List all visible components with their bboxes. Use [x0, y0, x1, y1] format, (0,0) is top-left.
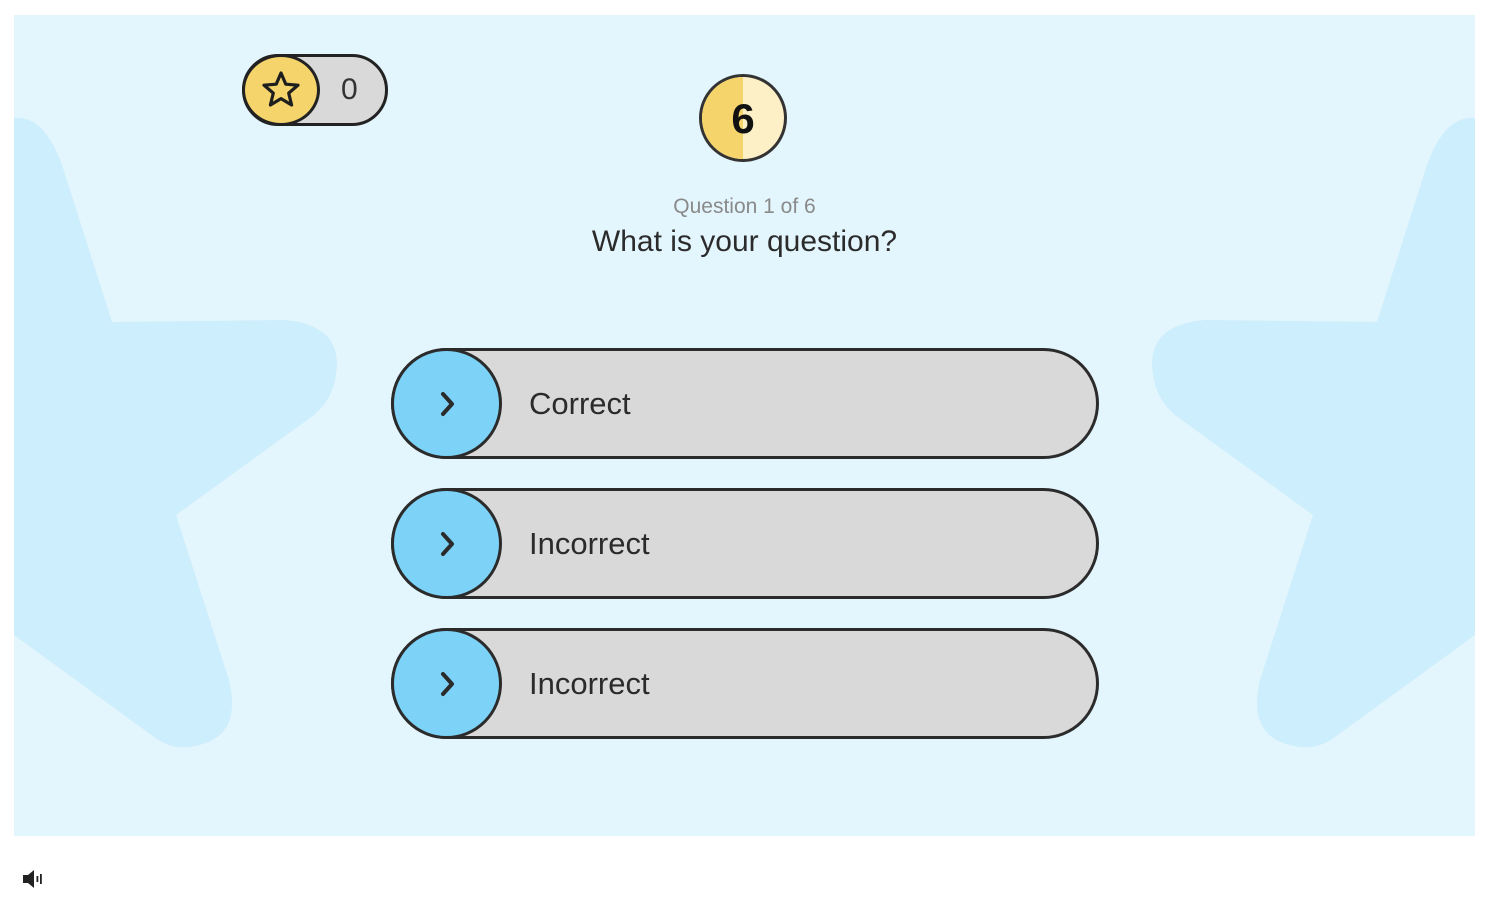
chevron-right-icon: [391, 348, 502, 459]
answer-option-2[interactable]: Incorrect: [391, 488, 1099, 599]
answer-option-3[interactable]: Incorrect: [391, 628, 1099, 739]
question-counter: Question 1 of 6: [673, 195, 816, 218]
chevron-right-icon: [391, 628, 502, 739]
star-icon: [242, 54, 320, 126]
answer-label: Incorrect: [529, 666, 650, 701]
answer-label: Correct: [529, 386, 631, 421]
quiz-stage: 0 6 Question 1 of 6 What is your questio…: [14, 15, 1475, 836]
question-text: What is your question?: [591, 225, 898, 258]
volume-icon[interactable]: [22, 868, 44, 890]
chevron-right-icon: [391, 488, 502, 599]
answer-option-1[interactable]: Correct: [391, 348, 1099, 459]
timer-value: 6: [731, 95, 755, 142]
countdown-timer: 6: [699, 74, 787, 162]
answer-label: Incorrect: [529, 526, 650, 561]
score-counter: 0: [242, 54, 388, 126]
score-value: 0: [341, 73, 358, 106]
